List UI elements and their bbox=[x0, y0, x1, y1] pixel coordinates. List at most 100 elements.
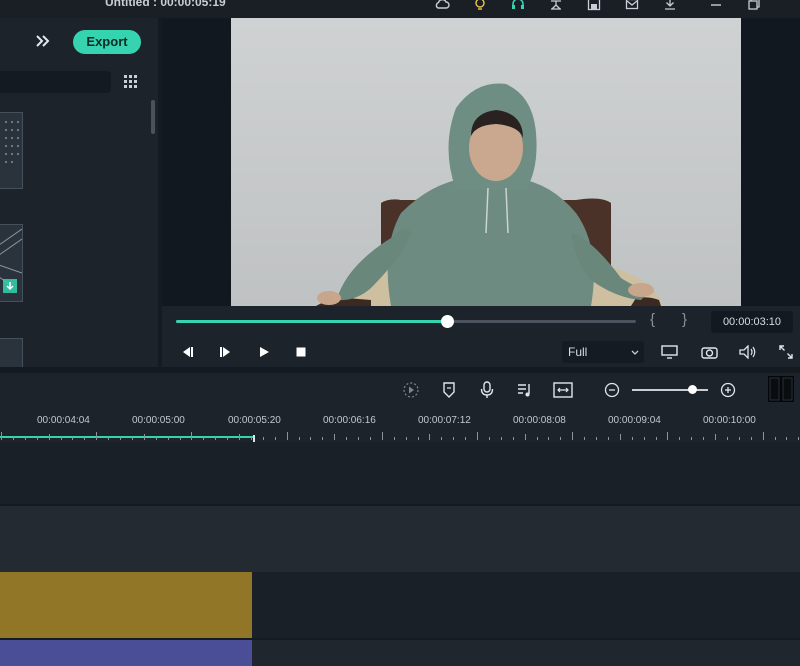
export-button[interactable]: Export bbox=[73, 30, 141, 54]
ruler-tick bbox=[501, 437, 502, 440]
ruler-label: 00:00:06:16 bbox=[323, 415, 376, 426]
progress-knob[interactable] bbox=[441, 315, 455, 328]
fullscreen-icon[interactable] bbox=[776, 344, 796, 360]
ruler-tick bbox=[786, 437, 787, 440]
ruler-label: 00:00:08:08 bbox=[513, 415, 566, 426]
ruler-tick bbox=[715, 434, 716, 440]
ruler-tick bbox=[49, 434, 50, 440]
ruler-tick bbox=[798, 437, 799, 440]
preview-quality-select[interactable]: Full bbox=[562, 341, 644, 363]
quality-label: Full bbox=[568, 345, 588, 359]
split-view-button[interactable] bbox=[768, 376, 794, 402]
expand-panel-icon[interactable] bbox=[34, 32, 52, 50]
window-title: Untitled : 00:00:05:19 bbox=[105, 0, 226, 9]
ruler-tick bbox=[322, 437, 323, 440]
ruler-tick bbox=[406, 437, 407, 440]
ruler-tick bbox=[239, 434, 240, 440]
chevron-down-icon bbox=[630, 345, 640, 363]
ruler-tick bbox=[620, 434, 621, 440]
timeline-ruler[interactable]: 00:00:04:04 00:00:05:00 00:00:05:20 00:0… bbox=[0, 408, 800, 445]
fit-timeline-icon[interactable] bbox=[553, 380, 573, 400]
ruler-tick bbox=[1, 432, 2, 440]
video-clip[interactable] bbox=[0, 572, 252, 638]
ruler-tick bbox=[572, 432, 573, 440]
ruler-tick bbox=[632, 437, 633, 440]
audio-clip[interactable] bbox=[0, 640, 252, 666]
ruler-label: 00:00:04:04 bbox=[37, 415, 90, 426]
render-preview-icon[interactable] bbox=[401, 380, 421, 400]
download-icon[interactable] bbox=[660, 0, 680, 14]
mark-in-button[interactable]: { bbox=[650, 311, 655, 328]
timeline-track[interactable] bbox=[0, 506, 800, 572]
ruler-tick bbox=[441, 437, 442, 440]
ruler-tick bbox=[191, 432, 192, 440]
cloud-icon[interactable] bbox=[432, 0, 452, 14]
timeline-toolbar bbox=[0, 373, 800, 408]
audio-mixer-icon[interactable] bbox=[515, 380, 535, 400]
timeline-track[interactable] bbox=[0, 442, 800, 504]
ruler-tick bbox=[310, 437, 311, 440]
ruler-tick bbox=[84, 437, 85, 440]
ruler-tick bbox=[61, 437, 62, 440]
ruler-tick bbox=[203, 437, 204, 440]
ruler-tick bbox=[453, 437, 454, 440]
display-settings-icon[interactable] bbox=[660, 344, 680, 360]
ruler-label: 00:00:09:04 bbox=[608, 415, 661, 426]
zoom-knob[interactable] bbox=[688, 385, 698, 394]
ruler-tick bbox=[227, 437, 228, 440]
zoom-in-icon[interactable] bbox=[718, 380, 738, 400]
zoom-slider[interactable] bbox=[632, 385, 708, 394]
grid-view-icon[interactable] bbox=[124, 75, 138, 89]
ruler-tick bbox=[489, 437, 490, 440]
ruler-label: 00:00:05:00 bbox=[132, 415, 185, 426]
restore-icon[interactable] bbox=[744, 0, 764, 14]
minimize-icon[interactable] bbox=[706, 0, 726, 14]
zoom-out-icon[interactable] bbox=[602, 380, 622, 400]
ruler-tick bbox=[25, 437, 26, 440]
media-scrollbar[interactable] bbox=[151, 100, 155, 134]
ruler-tick bbox=[287, 432, 288, 440]
mark-out-button[interactable]: } bbox=[682, 311, 687, 328]
ruler-tick bbox=[691, 437, 692, 440]
ruler-tick bbox=[120, 437, 121, 440]
ruler-tick bbox=[358, 437, 359, 440]
save-icon[interactable] bbox=[584, 0, 604, 14]
media-thumbnail[interactable] bbox=[0, 112, 23, 189]
ruler-tick bbox=[108, 437, 109, 440]
marker-icon[interactable] bbox=[439, 380, 459, 400]
ruler-tick bbox=[275, 437, 276, 440]
ruler-label: 00:00:07:12 bbox=[418, 415, 471, 426]
account-icon[interactable] bbox=[546, 0, 566, 14]
previous-frame-icon[interactable] bbox=[179, 344, 195, 360]
ruler-tick bbox=[370, 437, 371, 440]
snapshot-icon[interactable] bbox=[700, 344, 720, 360]
ruler-tick bbox=[775, 437, 776, 440]
media-thumbnail[interactable] bbox=[0, 338, 23, 367]
stop-icon[interactable] bbox=[293, 344, 309, 360]
ruler-tick bbox=[656, 437, 657, 440]
ruler-tick bbox=[382, 432, 383, 440]
ruler-tick bbox=[477, 432, 478, 440]
mail-icon[interactable] bbox=[622, 0, 642, 14]
volume-icon[interactable] bbox=[738, 344, 758, 360]
ruler-tick bbox=[180, 437, 181, 440]
media-thumbnail[interactable] bbox=[0, 224, 23, 302]
ruler-tick bbox=[537, 437, 538, 440]
ruler-tick bbox=[13, 437, 14, 440]
lightbulb-icon[interactable] bbox=[470, 0, 490, 14]
headset-icon[interactable] bbox=[508, 0, 528, 14]
video-preview-frame bbox=[231, 18, 741, 306]
media-library-panel: Export bbox=[0, 18, 158, 367]
ruler-tick bbox=[703, 437, 704, 440]
next-frame-icon[interactable] bbox=[218, 344, 234, 360]
ruler-tick bbox=[37, 437, 38, 440]
playback-progress-slider[interactable] bbox=[176, 315, 636, 328]
ruler-tick bbox=[644, 437, 645, 440]
microphone-icon[interactable] bbox=[477, 380, 497, 400]
media-search-input[interactable] bbox=[0, 71, 111, 93]
play-icon[interactable] bbox=[256, 344, 272, 360]
video-editor-window: Untitled : 00:00:05:19 Export {} 00:00:… bbox=[0, 0, 800, 666]
ruler-tick bbox=[394, 437, 395, 440]
ruler-tick bbox=[513, 437, 514, 440]
ruler-tick bbox=[679, 437, 680, 440]
